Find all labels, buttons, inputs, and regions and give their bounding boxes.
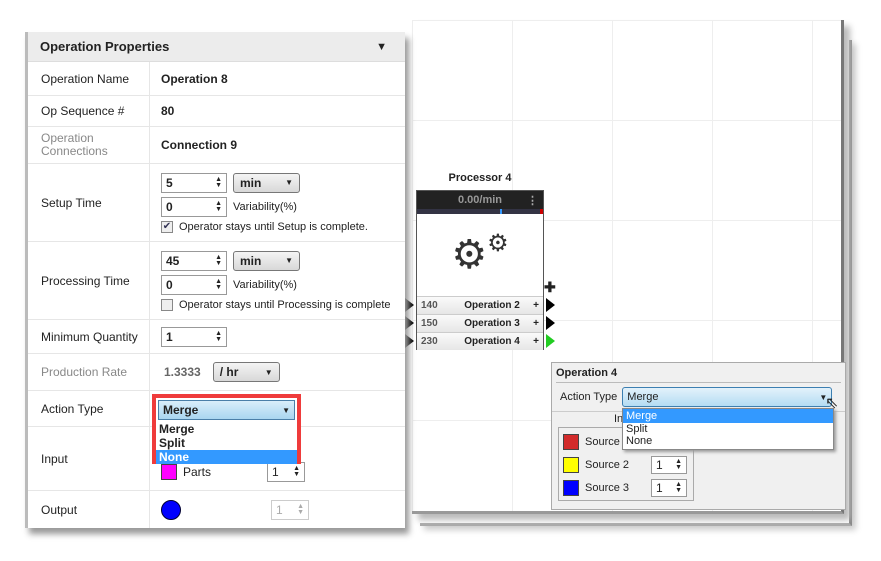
- setup-variability-stepper[interactable]: 0 ▲ ▼: [161, 196, 227, 217]
- output-color-circle: [161, 499, 181, 520]
- panel-title: Operation Properties: [40, 39, 170, 54]
- op-row[interactable]: 140 Operation 2 +: [417, 296, 543, 314]
- op-row[interactable]: 230 Operation 4 +: [417, 332, 543, 350]
- gears-icon: ⚙ ⚙: [451, 229, 509, 278]
- op-sequence-label: Op Sequence #: [28, 96, 150, 126]
- output-port-icon[interactable]: [546, 334, 555, 348]
- op-row[interactable]: 150 Operation 3 +: [417, 314, 543, 332]
- input-qty-stepper[interactable]: 1 ▲ ▼: [267, 462, 305, 482]
- source-swatch: [563, 479, 579, 496]
- op4-action-select[interactable]: Merge ▼: [622, 387, 833, 407]
- option-split[interactable]: Split: [623, 423, 833, 435]
- processing-variability-stepper[interactable]: 0 ▲ ▼: [161, 274, 227, 295]
- operation-name-value: Operation 8: [161, 71, 228, 86]
- production-rate-value: 1.3333: [164, 365, 201, 379]
- action-type-highlight: Merge ▼ Merge Split None: [152, 394, 301, 464]
- production-rate-label: Production Rate: [28, 354, 150, 390]
- option-split[interactable]: Split: [156, 436, 297, 450]
- more-menu-icon[interactable]: ⋮: [527, 194, 538, 207]
- setup-time-stepper[interactable]: 5 ▲ ▼: [161, 172, 227, 193]
- option-none[interactable]: None: [156, 450, 297, 464]
- source-swatch: [563, 456, 579, 473]
- connections-value: Connection 9: [161, 138, 238, 152]
- action-type-label: Action Type: [28, 391, 150, 426]
- rate-unit-select[interactable]: / hr ▼: [212, 362, 280, 382]
- op4-title: Operation 4: [556, 367, 841, 383]
- processor-rate: 0.00/min: [457, 194, 503, 206]
- collapse-icon[interactable]: ▼: [376, 41, 387, 53]
- input-port-icon[interactable]: [405, 316, 414, 330]
- source-swatch: [563, 434, 579, 450]
- input-port-icon[interactable]: [405, 298, 414, 312]
- processing-unit-select[interactable]: min ▼: [233, 250, 300, 271]
- input-item: Parts: [183, 465, 212, 479]
- output-label: Output: [28, 491, 150, 528]
- action-type-dropdown: Merge Split None: [156, 422, 297, 464]
- input-port-icon[interactable]: [405, 334, 414, 348]
- input-label: Input: [28, 427, 150, 490]
- processor-node[interactable]: 0.00/min ⋮ ⚙ ⚙ 140 Operation 2 + 150 Operati…: [416, 190, 544, 350]
- source-qty-stepper[interactable]: 1 ▲ ▼: [651, 478, 687, 497]
- output-qty-stepper: 1 ▲ ▼: [271, 499, 309, 520]
- output-port-icon[interactable]: [546, 316, 555, 330]
- output-port-icon[interactable]: [546, 298, 555, 312]
- min-qty-label: Minimum Quantity: [28, 320, 150, 353]
- op4-action-label: Action Type: [560, 391, 618, 403]
- setup-operator-checkbox[interactable]: ✔: [161, 220, 173, 233]
- processor-op-list: 140 Operation 2 + 150 Operation 3 + 230 Opera…: [417, 296, 543, 350]
- option-merge[interactable]: Merge: [623, 409, 833, 423]
- variability-label: Variability(%): [233, 200, 297, 213]
- mouse-cursor-icon: ⇖: [825, 395, 839, 412]
- setup-operator-label: Operator stays until Setup is complete.: [179, 220, 368, 233]
- add-icon[interactable]: ✚: [544, 279, 556, 296]
- option-merge[interactable]: Merge: [156, 422, 297, 436]
- source-qty-stepper[interactable]: 1 ▲ ▼: [651, 455, 687, 474]
- processing-time-label: Processing Time: [28, 242, 150, 319]
- variability-label: Variability(%): [233, 278, 297, 291]
- setup-unit-select[interactable]: min ▼: [233, 172, 300, 193]
- input-color-swatch: [161, 464, 177, 480]
- min-qty-stepper[interactable]: 1 ▲ ▼: [161, 326, 227, 347]
- operation-4-panel: Operation 4 Action Type Merge ▼ In Source…: [551, 362, 846, 510]
- processing-time-stepper[interactable]: 45 ▲ ▼: [161, 250, 227, 271]
- processor-title: Processor 4: [448, 172, 512, 184]
- connections-label: Operation Connections: [28, 127, 150, 163]
- op-sequence-value: 80: [161, 104, 175, 118]
- processing-operator-label: Operator stays until Processing is compl…: [179, 298, 391, 311]
- action-type-select[interactable]: Merge ▼: [158, 400, 295, 420]
- panel-header[interactable]: Operation Properties ▼: [28, 32, 405, 62]
- operation-name-label: Operation Name: [28, 62, 150, 95]
- processing-operator-checkbox[interactable]: [161, 298, 173, 311]
- op4-action-dropdown: Merge Split None: [622, 408, 834, 450]
- setup-time-label: Setup Time: [28, 164, 150, 241]
- option-none[interactable]: None: [623, 435, 833, 449]
